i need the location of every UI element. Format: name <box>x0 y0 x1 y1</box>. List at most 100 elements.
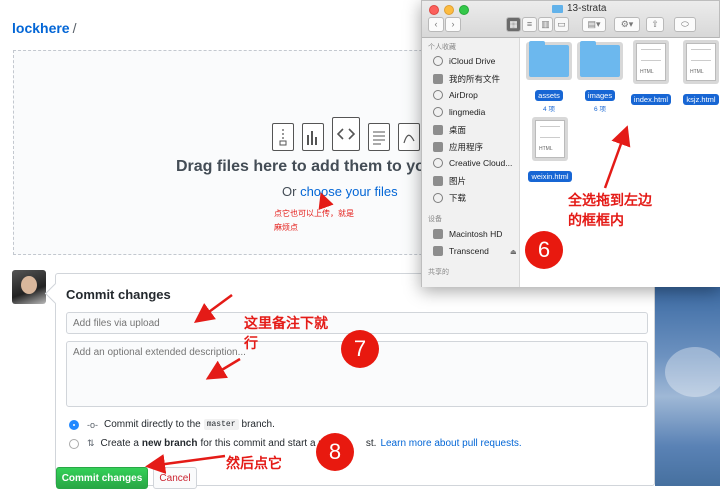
file-zip-icon <box>272 123 294 151</box>
download-icon <box>433 193 443 203</box>
item-name: ksjz.html <box>683 94 719 105</box>
file-text-icon <box>368 123 390 151</box>
new-branch-option[interactable]: ⇅ Create a new branch for this commit an… <box>69 438 522 449</box>
sidebar-item-label: 桌面 <box>449 125 467 135</box>
annotation-click-note: 然后点它 <box>226 455 282 471</box>
repo-owner-link[interactable]: lockhere <box>12 20 70 36</box>
finder-item-ksjz-html[interactable]: HTML ksjz.html <box>678 40 720 107</box>
folder-icon <box>529 41 569 77</box>
annotation-line: 麻烦点 <box>274 223 298 232</box>
or-text: Or <box>282 184 301 199</box>
tags-button[interactable]: ⬭ <box>674 17 696 32</box>
html-file-icon: HTML <box>535 120 565 158</box>
finder-item-index-html[interactable]: HTML index.html <box>628 40 674 107</box>
annotation-line: 的框框内 <box>568 212 624 228</box>
sidebar-item-all-files[interactable]: 我的所有文件 <box>433 73 500 85</box>
desktop-wallpaper <box>655 287 720 486</box>
new-branch-bold: new branch <box>141 438 198 449</box>
html-file-icon: HTML <box>686 43 716 81</box>
back-button[interactable]: ‹ <box>428 17 444 32</box>
commit-direct-radio[interactable] <box>69 419 79 430</box>
annotation-drag-note: 全选拖到左边 的框框内 <box>568 190 652 230</box>
annotation-line: 点它也可以上传，就是 <box>274 209 354 218</box>
sidebar-item-icloud[interactable]: iCloud Drive <box>433 56 495 66</box>
file-chart-icon <box>302 123 324 151</box>
minimize-window-button[interactable] <box>444 5 454 15</box>
applications-icon <box>433 142 443 152</box>
choose-files-line: Or choose your files <box>282 184 398 199</box>
sidebar-item-macintosh-hd[interactable]: Macintosh HD <box>433 229 502 239</box>
cloud-icon <box>433 56 443 66</box>
sidebar-item-label: 下载 <box>449 193 467 203</box>
sidebar-item-label: Transcend <box>449 246 489 256</box>
finder-item-images[interactable]: images 6 项 <box>577 41 623 113</box>
gallery-view-button[interactable]: ▭ <box>554 17 569 32</box>
share-button[interactable]: ⇧ <box>646 17 664 32</box>
airdrop-icon <box>433 90 443 100</box>
new-branch-radio[interactable] <box>69 438 79 449</box>
avatar <box>12 270 46 304</box>
group-menu-button[interactable]: ▤▾ <box>582 17 606 32</box>
item-count: 4 项 <box>543 106 555 113</box>
file-pdf-icon <box>398 123 420 151</box>
item-name: images <box>584 90 616 101</box>
sidebar-item-lingmedia[interactable]: lingmedia <box>433 107 485 117</box>
new-branch-text-mid: for this commit and start a p <box>200 438 324 449</box>
icon-view-button[interactable]: ▦ <box>506 17 521 32</box>
window-title-text: 13-strata <box>567 3 607 14</box>
zoom-window-button[interactable] <box>459 5 469 15</box>
favorites-heading: 个人收藏 <box>428 44 456 51</box>
sidebar-item-downloads[interactable]: 下载 <box>433 192 466 204</box>
sidebar-item-label: Creative Cloud... <box>449 158 513 168</box>
hard-drive-icon <box>433 229 443 239</box>
finder-window: 13-strata ‹ › ▦ ≡ ▥ ▭ ▤▾ ⚙▾ ⇧ ⬭ 个人收藏 iCl… <box>421 0 720 287</box>
sidebar-item-creative-cloud[interactable]: Creative Cloud... <box>433 158 512 168</box>
sidebar-item-desktop[interactable]: 桌面 <box>433 124 466 136</box>
home-icon <box>433 107 443 117</box>
action-gear-button[interactable]: ⚙▾ <box>614 17 640 32</box>
sidebar-item-pictures[interactable]: 图片 <box>433 175 466 187</box>
item-count: 6 项 <box>594 106 606 113</box>
devices-heading: 设备 <box>428 216 442 223</box>
sidebar-item-transcend[interactable]: Transcend <box>433 246 489 256</box>
annotation-upload-note: 点它也可以上传，就是 麻烦点 <box>274 207 354 235</box>
forward-button[interactable]: › <box>445 17 461 32</box>
step-badge-8: 8 <box>316 433 354 471</box>
drag-files-title: Drag files here to add them to your <box>176 158 441 175</box>
commit-form-title: Commit changes <box>66 287 171 302</box>
finder-sidebar: 个人收藏 iCloud Drive 我的所有文件 AirDrop lingmed… <box>422 38 520 287</box>
finder-item-weixin-html[interactable]: HTML weixin.html <box>524 117 576 184</box>
choose-files-link[interactable]: choose your files <box>300 184 398 199</box>
file-type-icons <box>272 117 420 151</box>
column-view-button[interactable]: ▥ <box>538 17 553 32</box>
finder-window-title: 13-strata <box>552 3 606 14</box>
finder-titlebar[interactable]: 13-strata ‹ › ▦ ≡ ▥ ▭ ▤▾ ⚙▾ ⇧ ⬭ <box>422 1 719 38</box>
sidebar-item-label: lingmedia <box>449 107 486 117</box>
finder-item-assets[interactable]: assets 4 项 <box>526 41 572 113</box>
learn-more-pr-link[interactable]: Learn more about pull requests. <box>380 438 521 449</box>
new-branch-text-pre: Create a <box>100 438 139 449</box>
sidebar-item-label: 图片 <box>449 176 467 186</box>
annotation-line: 这里备注下就 <box>244 315 328 331</box>
breadcrumb: lockhere / <box>12 20 76 36</box>
camera-icon <box>433 176 443 186</box>
eject-icon[interactable]: ⏏ <box>510 248 517 256</box>
sidebar-item-label: Macintosh HD <box>449 229 503 239</box>
sidebar-item-applications[interactable]: 应用程序 <box>433 141 483 153</box>
step-badge-7: 7 <box>341 330 379 368</box>
commit-direct-text: Commit directly to the <box>104 419 201 430</box>
folder-icon <box>552 4 563 13</box>
commit-direct-option[interactable]: -o- Commit directly to the master branch… <box>69 419 275 430</box>
sidebar-item-airdrop[interactable]: AirDrop <box>433 90 478 100</box>
annotation-remark-note: 这里备注下就 行 <box>244 313 328 353</box>
commit-direct-text-end: branch. <box>241 419 275 430</box>
sidebar-item-label: 应用程序 <box>449 142 484 152</box>
list-view-button[interactable]: ≡ <box>522 17 537 32</box>
git-commit-icon: -o- <box>87 419 98 430</box>
file-code-icon <box>332 117 360 151</box>
close-window-button[interactable] <box>429 5 439 15</box>
item-name: weixin.html <box>528 171 572 182</box>
sidebar-item-label: AirDrop <box>449 90 478 100</box>
annotation-line: 全选拖到左边 <box>568 192 652 208</box>
git-pull-request-icon: ⇅ <box>87 438 95 448</box>
